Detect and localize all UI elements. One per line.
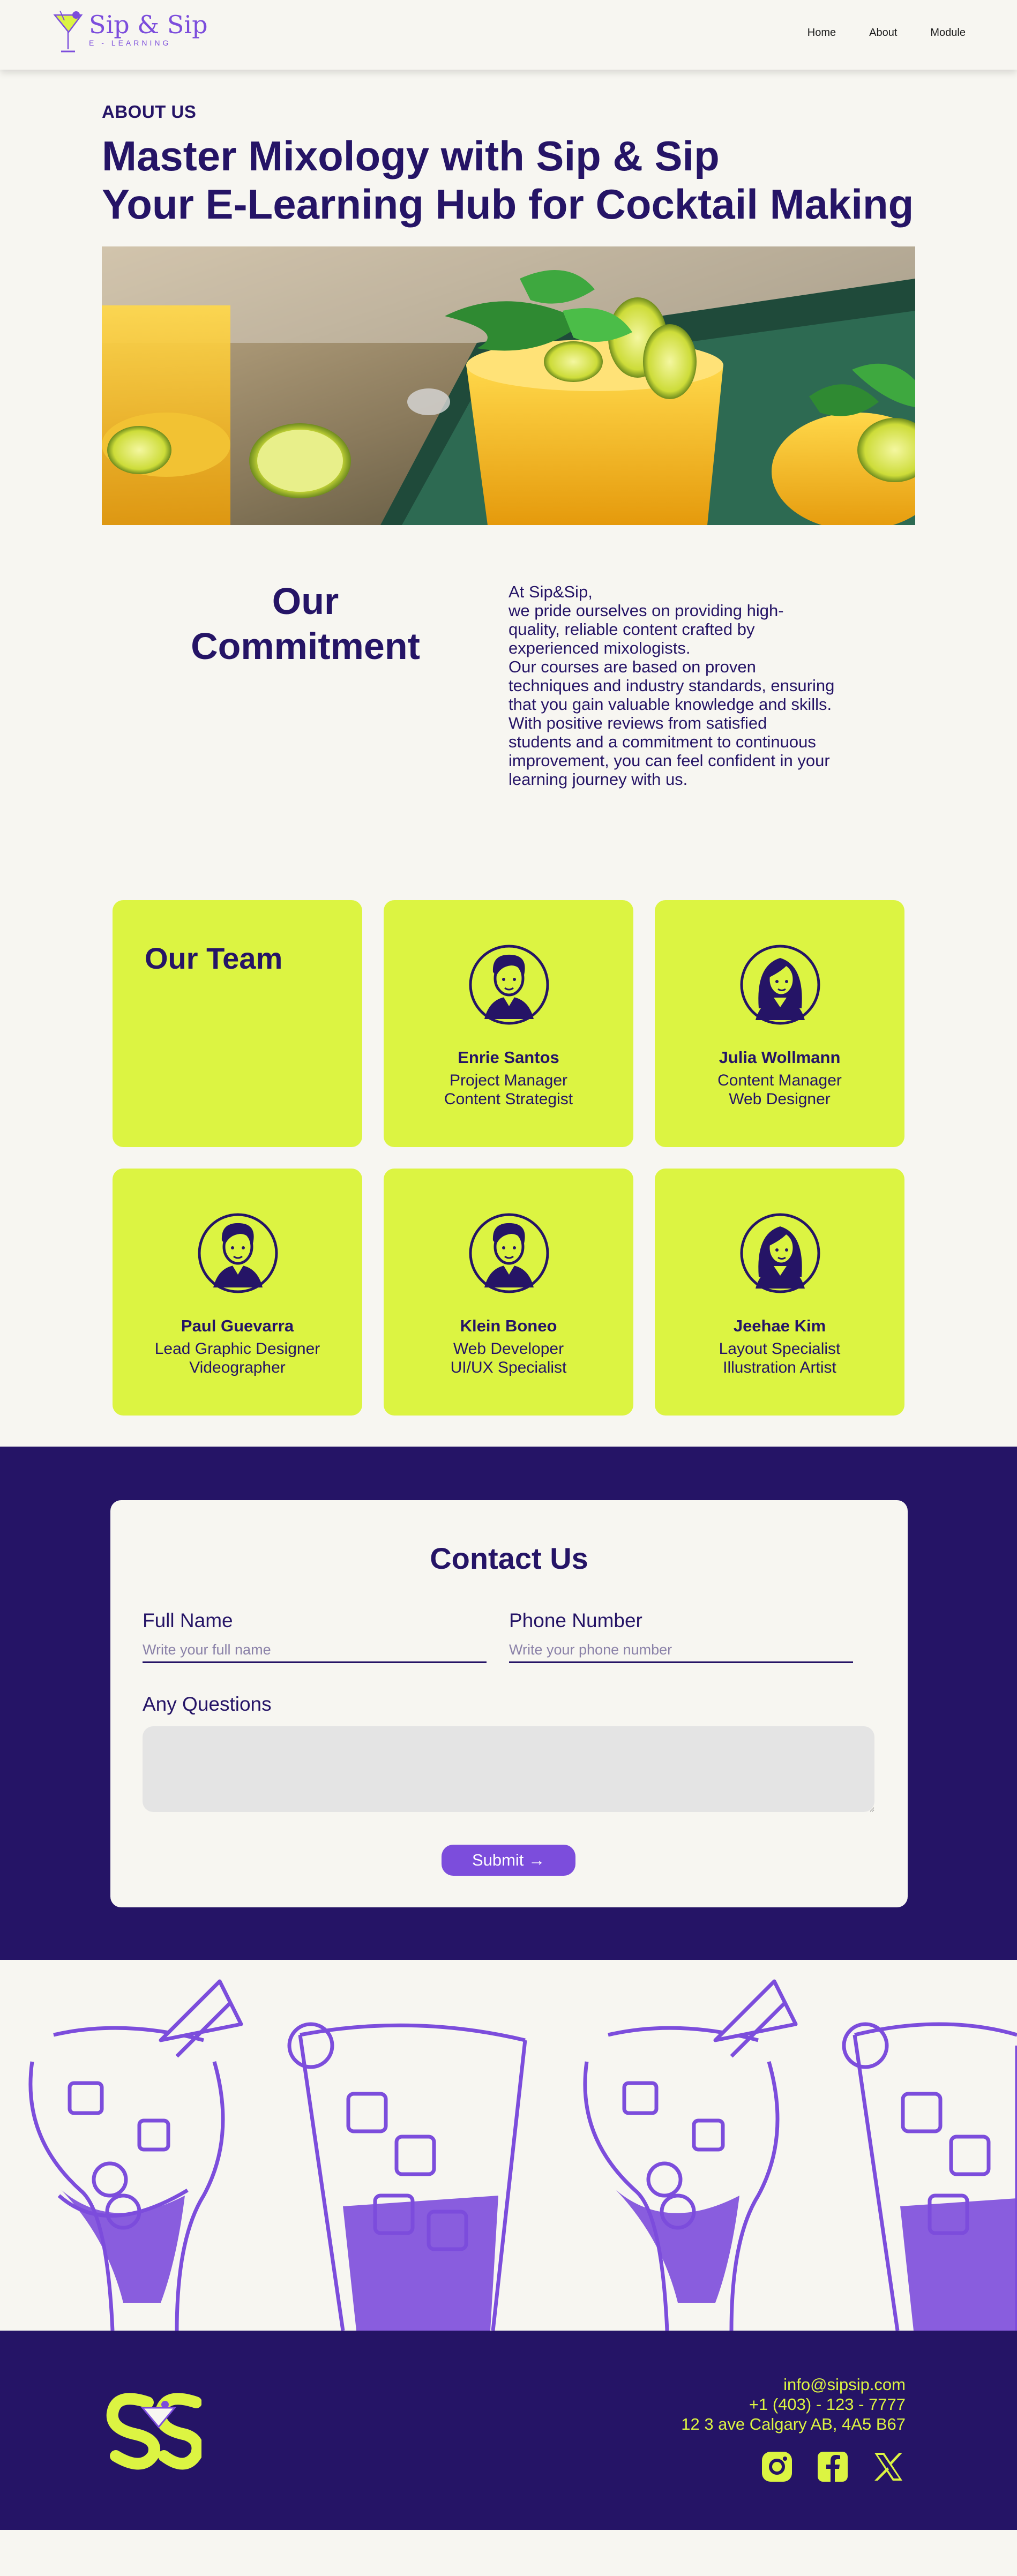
facebook-icon[interactable]	[816, 2450, 850, 2484]
sipsip-monogram-logo[interactable]	[105, 2386, 201, 2472]
commitment-title-line-1: Our	[272, 580, 339, 622]
nav-module-link[interactable]: Module	[930, 27, 966, 39]
footer-contact-info: info@sipsip.com +1 (403) - 123 - 7777 12…	[681, 2375, 906, 2434]
team-member-card: Paul Guevarra Lead Graphic Designer Vide…	[113, 1169, 362, 1416]
contact-section: Contact Us Full Name Phone Number Any Qu…	[0, 1447, 1017, 1960]
male-avatar-icon	[469, 1213, 549, 1293]
team-member-card: Jeehae Kim Layout Specialist Illustratio…	[655, 1169, 904, 1416]
social-links	[760, 2450, 906, 2484]
about-section: ABOUT US Master Mixology with Sip & Sip …	[0, 70, 1017, 525]
team-section: Our Team Enrie Santos Project Manager Co…	[0, 868, 1017, 1447]
about-eyebrow: ABOUT US	[102, 102, 197, 122]
member-role: Layout Specialist	[719, 1340, 841, 1358]
commitment-title-line-2: Commitment	[191, 625, 420, 667]
commitment-line: At Sip&Sip,	[508, 582, 593, 601]
page-title-line-2: Your E-Learning Hub for Cocktail Making	[102, 181, 914, 228]
commitment-text: At Sip&Sip, we pride ourselves on provid…	[508, 582, 841, 789]
page-title-line-1: Master Mixology with Sip & Sip	[102, 132, 720, 179]
full-name-label: Full Name	[143, 1609, 233, 1631]
male-avatar-icon	[198, 1213, 278, 1293]
team-heading: Our Team	[145, 941, 283, 975]
commitment-line: that you gain valuable knowledge and ski…	[508, 695, 832, 714]
team-member-card: Julia Wollmann Content Manager Web Desig…	[655, 900, 904, 1147]
questions-label: Any Questions	[143, 1693, 272, 1715]
footer-phone: +1 (403) - 123 - 7777	[749, 2395, 906, 2414]
brand-tagline: E - LEARNING	[89, 39, 171, 47]
member-role: Content Manager	[717, 1072, 842, 1089]
commitment-section: Our Commitment At Sip&Sip, we pride ours…	[0, 525, 1017, 868]
martini-glass-icon	[53, 11, 83, 53]
submit-button[interactable]: Submit →	[442, 1845, 575, 1876]
female-avatar-icon	[740, 1213, 820, 1293]
member-role: Illustration Artist	[723, 1359, 836, 1376]
member-role: Videographer	[189, 1359, 286, 1376]
commitment-title: Our Commitment	[177, 579, 434, 669]
commitment-line: learning journey with us.	[508, 770, 688, 789]
contact-title: Contact Us	[430, 1541, 588, 1575]
team-member-card: Enrie Santos Project Manager Content Str…	[384, 900, 633, 1147]
member-name: Jeehae Kim	[733, 1316, 826, 1335]
female-avatar-icon	[740, 945, 820, 1025]
hero-cocktail-image	[102, 246, 915, 525]
member-role: Web Designer	[729, 1090, 831, 1108]
footer-email[interactable]: info@sipsip.com	[681, 2375, 906, 2394]
site-footer: info@sipsip.com +1 (403) - 123 - 7777 12…	[0, 2331, 1017, 2530]
commitment-line: improvement, you can feel confident in y…	[508, 751, 830, 770]
member-role: Lead Graphic Designer	[154, 1340, 320, 1358]
member-name: Klein Boneo	[460, 1316, 557, 1335]
commitment-line: experienced mixologists.	[508, 639, 691, 657]
commitment-line: techniques and industry standards, ensur…	[508, 676, 835, 695]
commitment-line: quality, reliable content crafted by	[508, 620, 755, 639]
contact-form: Contact Us Full Name Phone Number Any Qu…	[110, 1500, 908, 1907]
member-name: Paul Guevarra	[181, 1316, 294, 1335]
full-name-input[interactable]	[143, 1638, 487, 1663]
main-nav: Home About Module	[807, 27, 966, 39]
questions-textarea[interactable]	[143, 1726, 874, 1812]
nav-about-link[interactable]: About	[869, 27, 897, 39]
team-member-card: Klein Boneo Web Developer UI/UX Speciali…	[384, 1169, 633, 1416]
member-role: Project Manager	[449, 1072, 568, 1089]
phone-number-label: Phone Number	[509, 1609, 642, 1631]
commitment-line: we pride ourselves on providing high-	[508, 601, 784, 620]
phone-number-input[interactable]	[509, 1638, 853, 1663]
male-avatar-icon	[469, 945, 549, 1025]
instagram-icon[interactable]	[760, 2450, 794, 2484]
brand-name: Sip & Sip	[89, 10, 208, 39]
page-title: Master Mixology with Sip & Sip Your E-Le…	[102, 132, 915, 228]
cocktail-glasses-illustration	[28, 1979, 1017, 2331]
nav-home-link[interactable]: Home	[807, 27, 836, 39]
member-role: Web Developer	[453, 1340, 564, 1358]
commitment-line: With positive reviews from satisfied	[508, 714, 767, 732]
member-name: Julia Wollmann	[719, 1048, 841, 1067]
site-header: Sip & Sip E - LEARNING Home About Module	[0, 0, 1017, 70]
x-icon[interactable]	[871, 2450, 906, 2484]
member-name: Enrie Santos	[458, 1048, 559, 1067]
team-heading-card: Our Team	[113, 900, 362, 1147]
commitment-line: Our courses are based on proven	[508, 657, 756, 676]
commitment-line: students and a commitment to continuous	[508, 732, 816, 751]
footer-address: 12 3 ave Calgary AB, 4A5 B67	[681, 2415, 906, 2433]
brand-logo[interactable]: Sip & Sip E - LEARNING	[53, 11, 208, 56]
member-role: Content Strategist	[444, 1090, 573, 1108]
cocktail-illustration-band	[0, 1960, 1017, 2331]
member-role: UI/UX Specialist	[450, 1359, 567, 1376]
